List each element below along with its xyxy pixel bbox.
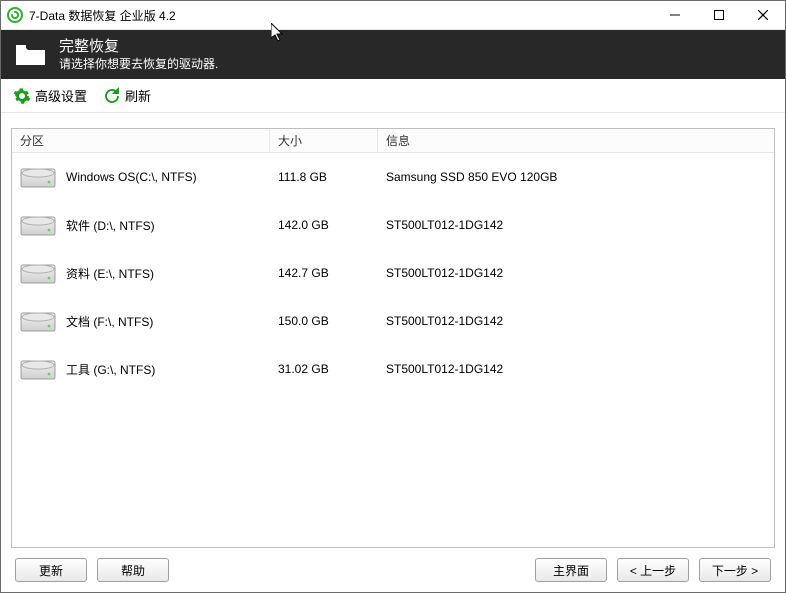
drive-row[interactable]: Windows OS(C:\, NTFS) 111.8 GB Samsung S… — [12, 153, 774, 201]
drive-list: Windows OS(C:\, NTFS) 111.8 GB Samsung S… — [12, 153, 774, 393]
drive-row[interactable]: 资料 (E:\, NTFS) 142.7 GB ST500LT012-1DG14… — [12, 249, 774, 297]
drive-size: 111.8 GB — [278, 170, 327, 184]
drive-row[interactable]: 工具 (G:\, NTFS) 31.02 GB ST500LT012-1DG14… — [12, 345, 774, 393]
drive-icon — [20, 259, 56, 287]
next-button[interactable]: 下一步 > — [699, 558, 771, 582]
banner-title: 完整恢复 — [59, 38, 218, 55]
column-header-size[interactable]: 大小 — [270, 129, 378, 152]
drive-size: 150.0 GB — [278, 314, 329, 328]
drive-size: 31.02 GB — [278, 362, 329, 376]
refresh-button[interactable]: 刷新 — [103, 86, 151, 105]
list-header: 分区 大小 信息 — [12, 129, 774, 153]
drive-row[interactable]: 文档 (F:\, NTFS) 150.0 GB ST500LT012-1DG14… — [12, 297, 774, 345]
window-controls — [653, 1, 785, 29]
advanced-settings-button[interactable]: 高级设置 — [13, 86, 87, 105]
drive-name: 工具 (G:\, NTFS) — [66, 361, 155, 378]
drive-name: Windows OS(C:\, NTFS) — [66, 170, 197, 184]
drive-name: 资料 (E:\, NTFS) — [66, 265, 154, 282]
drive-row[interactable]: 软件 (D:\, NTFS) 142.0 GB ST500LT012-1DG14… — [12, 201, 774, 249]
window-title: 7-Data 数据恢复 企业版 4.2 — [29, 7, 176, 24]
advanced-settings-label: 高级设置 — [35, 86, 87, 105]
header-banner: 完整恢复 请选择你想要去恢复的驱动器. — [1, 30, 785, 79]
refresh-label: 刷新 — [125, 86, 151, 105]
drive-icon — [20, 163, 56, 191]
drive-icon — [20, 211, 56, 239]
folder-icon — [15, 43, 47, 67]
drive-icon — [20, 355, 56, 383]
minimize-button[interactable] — [653, 1, 697, 29]
drive-info: ST500LT012-1DG142 — [386, 266, 503, 280]
drive-list-panel: 分区 大小 信息 Windows OS(C:\, NTFS) 111.8 GB … — [11, 128, 775, 548]
close-button[interactable] — [741, 1, 785, 29]
gear-icon — [13, 87, 31, 105]
main-screen-button[interactable]: 主界面 — [535, 558, 607, 582]
drive-info: ST500LT012-1DG142 — [386, 314, 503, 328]
drive-icon — [20, 307, 56, 335]
drive-info: ST500LT012-1DG142 — [386, 218, 503, 232]
refresh-icon — [103, 87, 121, 105]
drive-size: 142.7 GB — [278, 266, 329, 280]
drive-name: 文档 (F:\, NTFS) — [66, 313, 153, 330]
drive-size: 142.0 GB — [278, 218, 329, 232]
maximize-button[interactable] — [697, 1, 741, 29]
column-header-partition[interactable]: 分区 — [12, 129, 270, 152]
bottom-bar: 更新 帮助 主界面 < 上一步 下一步 > — [1, 548, 785, 592]
drive-name: 软件 (D:\, NTFS) — [66, 217, 155, 234]
column-header-info[interactable]: 信息 — [378, 129, 774, 152]
drive-info: ST500LT012-1DG142 — [386, 362, 503, 376]
prev-button[interactable]: < 上一步 — [617, 558, 689, 582]
title-bar: 7-Data 数据恢复 企业版 4.2 — [1, 1, 785, 30]
toolbar: 高级设置 刷新 — [1, 79, 785, 113]
banner-text: 完整恢复 请选择你想要去恢复的驱动器. — [59, 38, 218, 72]
drive-info: Samsung SSD 850 EVO 120GB — [386, 170, 557, 184]
help-button[interactable]: 帮助 — [97, 558, 169, 582]
update-button[interactable]: 更新 — [15, 558, 87, 582]
banner-subtitle: 请选择你想要去恢复的驱动器. — [59, 57, 218, 72]
app-icon — [7, 7, 23, 23]
